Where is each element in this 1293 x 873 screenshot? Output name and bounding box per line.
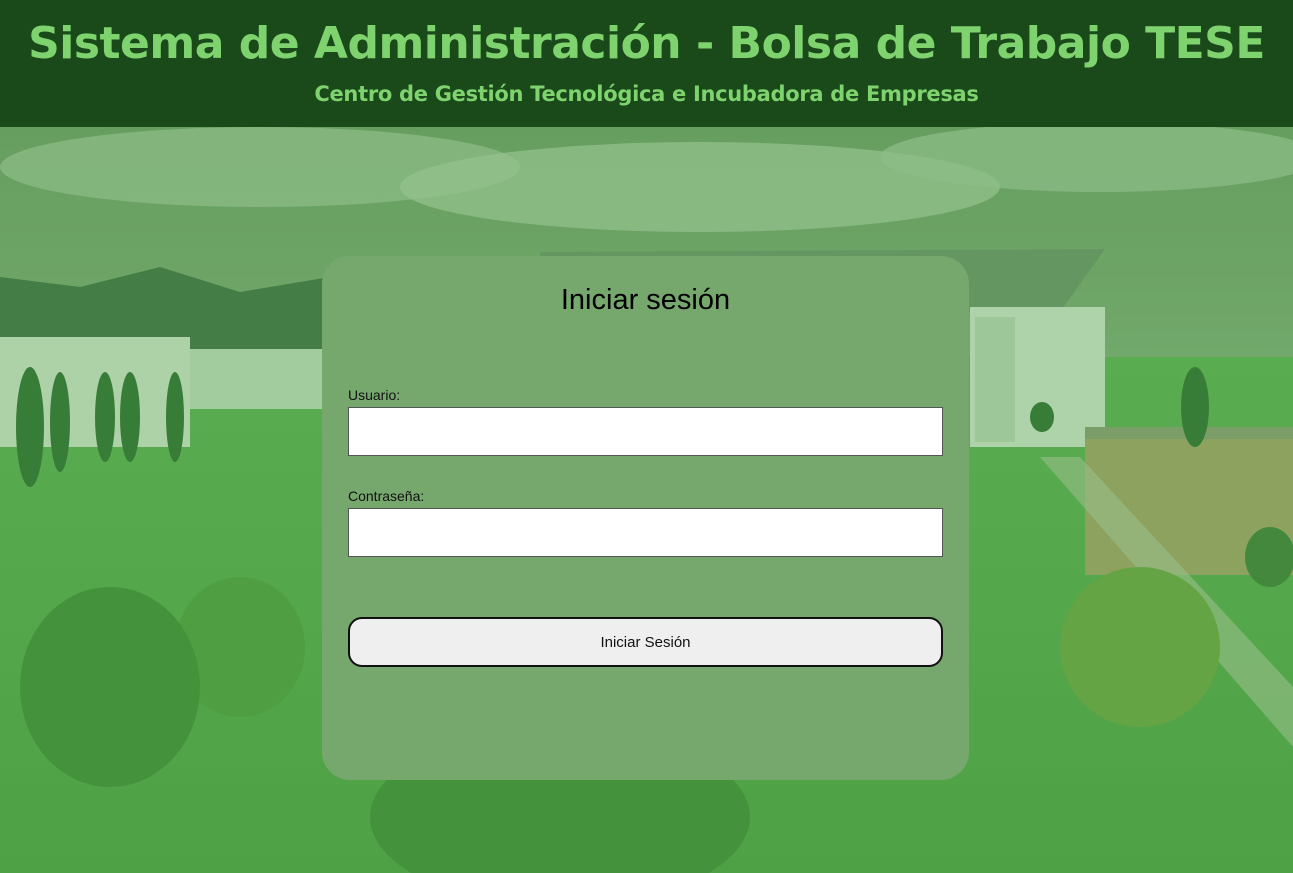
site-header: Sistema de Administración - Bolsa de Tra… xyxy=(0,0,1293,127)
password-input[interactable] xyxy=(348,508,943,557)
login-button[interactable]: Iniciar Sesión xyxy=(348,617,943,667)
password-label: Contraseña: xyxy=(348,488,425,504)
username-input[interactable] xyxy=(348,407,943,456)
username-label: Usuario: xyxy=(348,387,401,403)
login-title: Iniciar sesión xyxy=(560,284,731,316)
login-page: Sistema de Administración - Bolsa de Tra… xyxy=(0,0,1293,873)
site-title: Sistema de Administración - Bolsa de Tra… xyxy=(28,18,1265,69)
site-subtitle: Centro de Gestión Tecnológica e Incubado… xyxy=(314,82,979,106)
login-card: Iniciar sesión Usuario: Contraseña: Inic… xyxy=(322,256,969,780)
